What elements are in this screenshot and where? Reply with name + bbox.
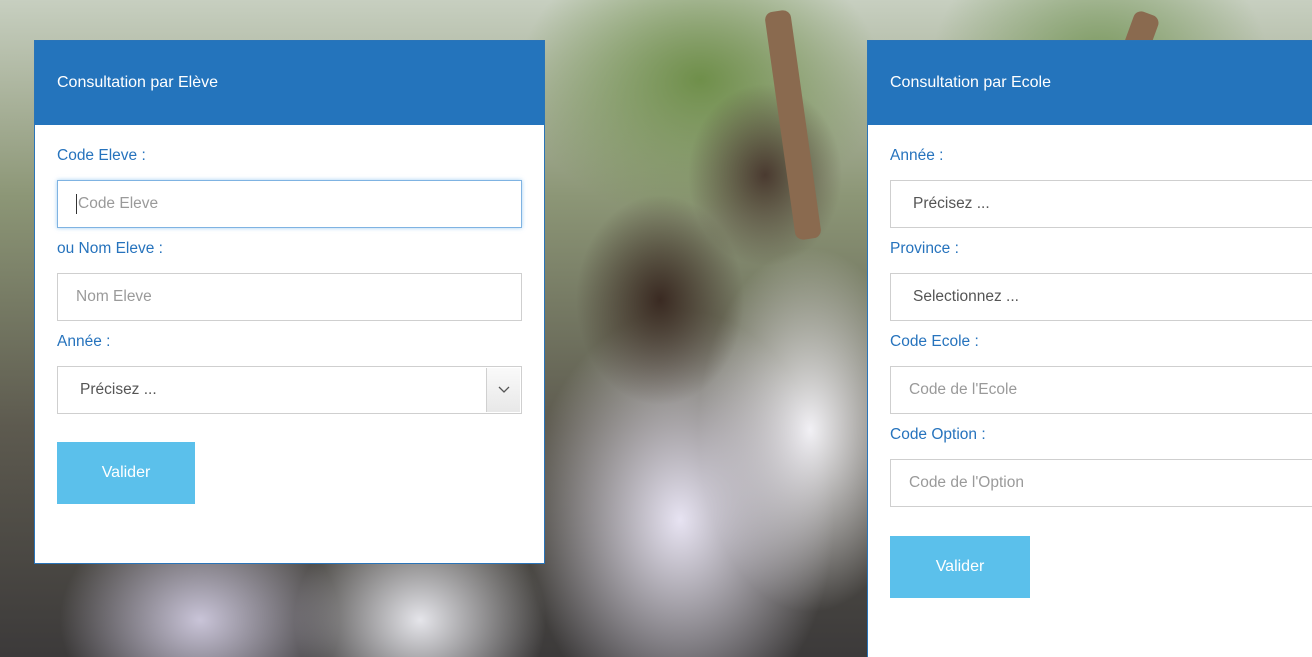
- school-year-label: Année :: [890, 147, 944, 164]
- school-year-select[interactable]: Précisez ...: [890, 180, 1312, 228]
- option-code-input[interactable]: Code de l'Option: [890, 459, 1312, 507]
- student-name-label: ou Nom Eleve :: [57, 240, 163, 257]
- student-name-input[interactable]: Nom Eleve: [57, 273, 522, 321]
- student-year-value: Précisez ...: [80, 381, 157, 398]
- school-year-value: Précisez ...: [913, 195, 990, 212]
- student-name-placeholder: Nom Eleve: [76, 288, 152, 305]
- student-code-label: Code Eleve :: [57, 147, 146, 164]
- option-code-label: Code Option :: [890, 426, 986, 443]
- school-panel-title: Consultation par Ecole: [890, 74, 1051, 91]
- student-year-select[interactable]: Précisez ...: [57, 366, 522, 414]
- student-panel-header: Consultation par Elève: [35, 41, 544, 125]
- tree-trunk: [764, 9, 822, 241]
- student-year-label: Année :: [57, 333, 111, 350]
- school-code-input[interactable]: Code de l'Ecole: [890, 366, 1312, 414]
- student-code-input[interactable]: Code Eleve: [57, 180, 522, 228]
- student-consultation-panel: Consultation par Elève Code Eleve : Code…: [34, 40, 545, 564]
- school-panel-header: Consultation par Ecole: [868, 41, 1312, 125]
- province-label: Province :: [890, 240, 959, 257]
- student-panel-title: Consultation par Elève: [57, 74, 218, 91]
- school-submit-button[interactable]: Valider: [890, 536, 1030, 598]
- student-submit-button[interactable]: Valider: [57, 442, 195, 504]
- option-code-placeholder: Code de l'Option: [909, 474, 1024, 491]
- province-select[interactable]: Selectionnez ...: [890, 273, 1312, 321]
- school-code-placeholder: Code de l'Ecole: [909, 381, 1018, 398]
- school-code-label: Code Ecole :: [890, 333, 979, 350]
- school-consultation-panel: Consultation par Ecole Année : Précisez …: [867, 40, 1312, 657]
- text-caret: [76, 194, 77, 214]
- student-code-placeholder: Code Eleve: [78, 195, 159, 212]
- chevron-down-icon[interactable]: [486, 368, 520, 412]
- province-value: Selectionnez ...: [913, 288, 1019, 305]
